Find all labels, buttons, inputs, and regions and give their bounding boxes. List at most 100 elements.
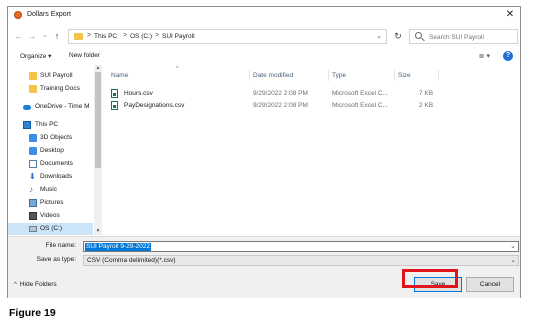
file-name-field[interactable]: SUI Payroll 9-29-2022 ⌄ [83, 241, 519, 252]
save-as-type-select[interactable]: CSV (Comma delimited)(*.csv) ⌄ [83, 255, 519, 266]
sidebar-item-label: Pictures [40, 199, 64, 206]
file-name-dropdown-icon[interactable]: ⌄ [510, 242, 516, 250]
search-input[interactable] [429, 32, 515, 42]
file-name: PayDesignations.csv [124, 102, 185, 109]
file-date: 9/29/2022 2:08 PM [253, 102, 308, 109]
command-toolbar: Organize ▾ New folder ≣ ▾ ? [8, 48, 520, 64]
sidebar-item-label: OS (C:) [40, 225, 63, 232]
up-arrow-icon[interactable]: ↑ [52, 30, 62, 42]
sidebar-item-onedrive[interactable]: OneDrive - Time M [8, 101, 93, 113]
organize-button[interactable]: Organize ▾ [20, 52, 51, 60]
sidebar-item-desktop[interactable]: Desktop [8, 145, 93, 157]
downloads-icon: ⬇ [29, 172, 36, 181]
sidebar-item-label: Downloads [40, 173, 73, 180]
title-bar: Dollars Export ✕ [8, 7, 520, 24]
sidebar-item-music[interactable]: ♪ Music [8, 184, 93, 196]
sidebar-item-label: Desktop [40, 147, 64, 154]
forward-arrow-icon[interactable]: → [27, 30, 37, 42]
sidebar-item-label: OneDrive - Time M [35, 103, 90, 110]
column-divider[interactable] [438, 70, 439, 81]
file-row[interactable]: PayDesignations.csv 9/29/2022 2:08 PM Mi… [104, 100, 434, 112]
folder-icon [74, 33, 83, 40]
sidebar-item-label: Music [40, 186, 57, 193]
sidebar-item-training-docs[interactable]: Training Docs [8, 83, 93, 95]
file-date: 9/29/2022 2:08 PM [253, 90, 308, 97]
navigation-bar: ← → ⌄ ↑ > This PC > OS (C:) > SUI Payrol… [8, 25, 520, 47]
breadcrumb-separator: > [87, 32, 92, 39]
hide-folders-toggle[interactable]: ^ Hide Folders [14, 281, 57, 288]
scroll-down-icon[interactable]: ▼ [94, 228, 102, 235]
search-icon [415, 32, 422, 39]
column-header-size[interactable]: Size [398, 72, 411, 79]
sidebar-item-label: Documents [40, 160, 73, 167]
music-icon: ♪ [29, 185, 33, 194]
chevron-up-icon: ^ [14, 282, 17, 288]
sort-ascending-icon: ^ [176, 66, 179, 72]
pc-icon [23, 121, 31, 129]
breadcrumb-this-pc[interactable]: This PC [94, 33, 117, 40]
folder-icon [29, 85, 37, 93]
column-divider[interactable] [394, 70, 395, 81]
file-type: Microsoft Excel C... [332, 102, 388, 109]
excel-csv-icon [111, 101, 118, 110]
file-name: Hours.csv [124, 90, 153, 97]
dialog-footer: ^ Hide Folders Save Cancel [8, 270, 520, 298]
breadcrumb-sui-payroll[interactable]: SUI Payroll [162, 33, 195, 40]
3d-objects-icon [29, 134, 37, 142]
column-header-type[interactable]: Type [332, 72, 346, 79]
sidebar-item-videos[interactable]: Videos [8, 210, 93, 222]
sidebar-item-downloads[interactable]: ⬇ Downloads [8, 171, 93, 183]
address-bar[interactable]: > This PC > OS (C:) > SUI Payroll ⌄ [68, 29, 387, 44]
save-as-type-label: Save as type: [36, 256, 76, 263]
desktop-icon [29, 147, 37, 155]
documents-icon [29, 160, 37, 168]
view-options-icon[interactable]: ≣ ▾ [479, 52, 490, 60]
file-row[interactable]: Hours.csv 9/29/2022 2:08 PM Microsoft Ex… [104, 88, 434, 100]
back-arrow-icon[interactable]: ← [14, 30, 24, 42]
scrollbar-thumb[interactable] [95, 72, 101, 168]
new-folder-button[interactable]: New folder [69, 52, 100, 59]
save-as-type-value: CSV (Comma delimited)(*.csv) [87, 257, 176, 264]
breadcrumb-os-c[interactable]: OS (C:) [130, 33, 152, 40]
sidebar-item-documents[interactable]: Documents [8, 158, 93, 170]
figure-caption: Figure 19 [9, 307, 56, 319]
save-button[interactable]: Save [414, 277, 462, 292]
sidebar-item-3d-objects[interactable]: 3D Objects [8, 132, 93, 144]
onedrive-icon [23, 105, 31, 110]
sidebar-item-pictures[interactable]: Pictures [8, 197, 93, 209]
folder-icon [29, 72, 37, 80]
sidebar-item-this-pc[interactable]: This PC [8, 119, 93, 131]
column-divider[interactable] [328, 70, 329, 81]
file-name-value[interactable]: SUI Payroll 9-29-2022 [85, 243, 151, 251]
hide-folders-label: Hide Folders [19, 281, 57, 288]
sidebar-item-label: This PC [35, 121, 59, 128]
app-icon [14, 11, 22, 19]
save-dialog: Dollars Export ✕ ← → ⌄ ↑ > This PC > OS … [7, 6, 521, 298]
scroll-up-icon[interactable]: ▲ [94, 65, 102, 72]
close-icon[interactable]: ✕ [504, 9, 516, 21]
refresh-icon[interactable]: ↻ [391, 30, 405, 43]
column-divider[interactable] [249, 70, 250, 81]
search-box[interactable] [409, 29, 518, 44]
save-as-type-dropdown-icon[interactable]: ⌄ [510, 256, 516, 264]
column-header-date-modified[interactable]: Date modified [253, 72, 293, 79]
column-header-name[interactable]: Name [111, 72, 128, 79]
file-type: Microsoft Excel C... [332, 90, 388, 97]
file-name-label: File name: [45, 242, 76, 249]
breadcrumb-separator: > [123, 32, 128, 39]
cancel-button[interactable]: Cancel [466, 277, 514, 292]
address-dropdown-icon[interactable]: ⌄ [376, 32, 382, 40]
sidebar-item-sui-payroll[interactable]: SUI Payroll [8, 70, 93, 82]
sidebar-item-os-c[interactable]: OS (C:) [8, 223, 93, 235]
videos-icon [29, 212, 37, 220]
navigation-pane: SUI Payroll Training Docs OneDrive - Tim… [8, 65, 93, 235]
help-icon[interactable]: ? [503, 51, 513, 61]
pictures-icon [29, 199, 37, 207]
recent-locations-chevron-icon[interactable]: ⌄ [40, 30, 50, 42]
excel-csv-icon [111, 89, 118, 98]
window-title: Dollars Export [27, 11, 71, 18]
breadcrumb-separator: > [155, 32, 160, 39]
navigation-pane-scrollbar[interactable]: ▲ ▼ [94, 65, 102, 235]
sidebar-item-label: 3D Objects [40, 134, 73, 141]
drive-icon [29, 226, 37, 232]
